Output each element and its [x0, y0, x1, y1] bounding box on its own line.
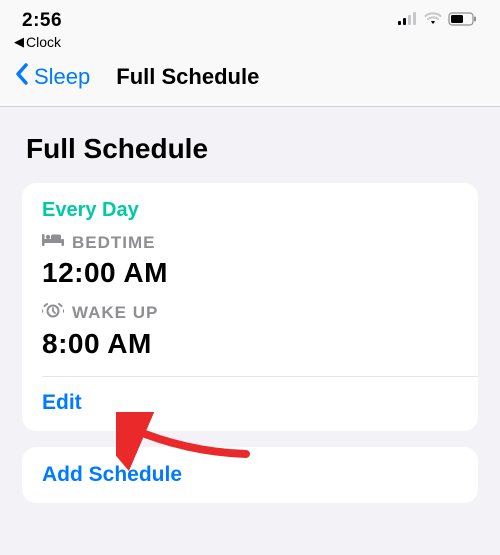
schedule-frequency: Every Day [42, 199, 458, 222]
battery-icon [448, 12, 478, 31]
status-time: 2:56 [22, 10, 62, 32]
breadcrumb-label: Clock [26, 34, 61, 50]
wifi-icon [424, 12, 442, 31]
add-schedule-button[interactable]: Add Schedule [22, 447, 478, 503]
chevron-left-icon [14, 62, 30, 92]
breadcrumb-caret-icon: ◀ [14, 34, 24, 50]
schedule-card-body[interactable]: Every Day BEDTIME 12:00 AM [22, 183, 478, 376]
alarm-icon [42, 301, 64, 324]
nav-bar: Sleep Full Schedule [0, 54, 500, 107]
page-title: Full Schedule [22, 133, 478, 165]
bedtime-value: 12:00 AM [42, 257, 458, 289]
status-bar: 2:56 [0, 0, 500, 34]
breadcrumb[interactable]: ◀ Clock [0, 34, 500, 54]
bed-icon [42, 232, 64, 253]
bedtime-row: BEDTIME [42, 232, 458, 253]
back-button[interactable]: Sleep [14, 62, 90, 92]
wakeup-row: WAKE UP [42, 301, 458, 324]
wakeup-value: 8:00 AM [42, 328, 458, 360]
edit-button[interactable]: Edit [22, 377, 478, 431]
bedtime-label: BEDTIME [72, 233, 156, 253]
status-icons [398, 12, 478, 31]
content: Full Schedule Every Day BEDTIME 12:00 AM [0, 107, 500, 503]
schedule-card: Every Day BEDTIME 12:00 AM [22, 183, 478, 431]
nav-title: Full Schedule [116, 64, 259, 90]
back-label: Sleep [34, 64, 90, 90]
signal-icon [398, 12, 418, 31]
wakeup-label: WAKE UP [72, 303, 158, 323]
add-schedule-card: Add Schedule [22, 447, 478, 503]
